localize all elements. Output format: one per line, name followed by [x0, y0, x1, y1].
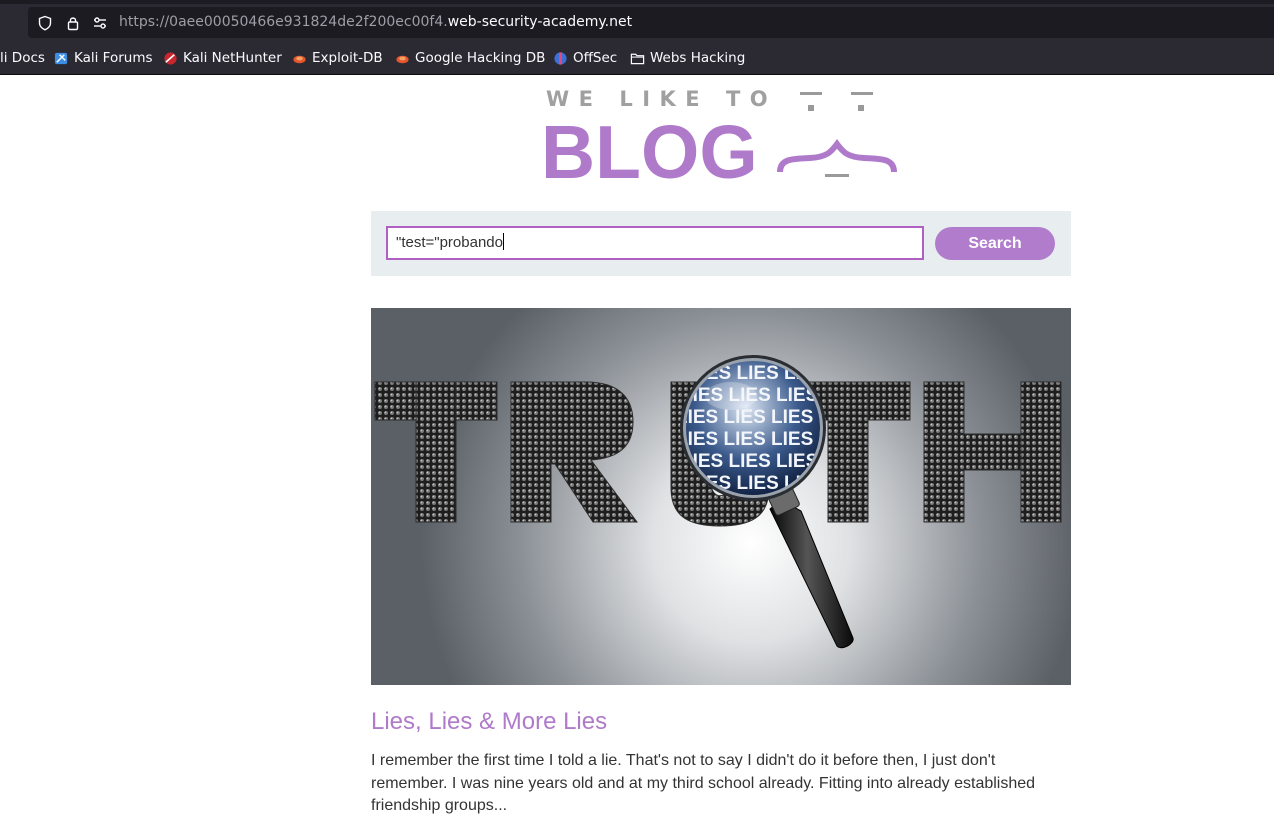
- lock-icon[interactable]: [65, 15, 81, 31]
- bookmark-kali-forums[interactable]: Kali Forums: [54, 49, 153, 67]
- bookmark-label: Webs Hacking: [650, 50, 746, 66]
- bookmarks-toolbar: li Docs Kali Forums Kali NetHunter Explo…: [0, 44, 1274, 72]
- post-image[interactable]: LIES LIES LIES LIES LIES LIES LIES LIES …: [371, 308, 1071, 685]
- bookmark-label: OffSec: [573, 50, 618, 66]
- browser-chrome: https://0aee00050466e931824de2f200ec00f4…: [0, 0, 1274, 75]
- search-input[interactable]: "test="probando: [386, 226, 924, 260]
- folder-icon: [630, 53, 645, 64]
- logo-title: BLOG: [541, 110, 758, 182]
- permissions-icon[interactable]: [92, 15, 108, 31]
- tab-strip: [0, 0, 1274, 4]
- offsec-icon: [554, 51, 567, 65]
- url-prefix: https://0aee00050466e931824de2f200ec00f4…: [119, 14, 448, 30]
- blog-logo[interactable]: WE LIKE TO BLOG: [540, 82, 900, 182]
- ghdb-icon: [396, 55, 409, 63]
- kali-forums-icon: [54, 52, 68, 64]
- post-excerpt: I remember the first time I told a lie. …: [371, 752, 1036, 814]
- exploit-db-icon: [293, 55, 306, 63]
- page-content: WE LIKE TO BLOG "test="probando Search L…: [0, 75, 1274, 825]
- bookmark-offsec[interactable]: OffSec: [553, 49, 617, 67]
- search-form: "test="probando Search: [371, 211, 1071, 276]
- search-button[interactable]: Search: [935, 227, 1055, 260]
- logo-face-icon: [777, 92, 897, 177]
- bookmark-exploit-db[interactable]: Exploit-DB: [292, 49, 383, 67]
- url-text[interactable]: https://0aee00050466e931824de2f200ec00f4…: [119, 14, 632, 30]
- bookmark-label: li Docs: [0, 50, 45, 66]
- kali-nethunter-icon: [164, 51, 177, 65]
- search-input-value: "test="probando: [396, 234, 503, 251]
- bookmark-label: Google Hacking DB: [415, 50, 546, 66]
- bookmark-label: Kali Forums: [74, 50, 153, 66]
- url-domain: web-security-academy.net: [447, 14, 633, 30]
- bookmark-google-hacking-db[interactable]: Google Hacking DB: [395, 49, 545, 67]
- address-bar[interactable]: https://0aee00050466e931824de2f200ec00f4…: [28, 7, 1274, 38]
- bookmark-kali-nethunter[interactable]: Kali NetHunter: [163, 49, 282, 67]
- bookmark-folder-webs-hacking[interactable]: Webs Hacking: [630, 49, 745, 67]
- text-caret: [502, 233, 504, 250]
- bookmark-label: Kali NetHunter: [183, 50, 282, 66]
- shield-icon[interactable]: [37, 15, 53, 31]
- bookmark-label: Exploit-DB: [312, 50, 383, 66]
- logo-tagline: WE LIKE TO: [546, 87, 777, 111]
- post-title-link[interactable]: Lies, Lies & More Lies: [371, 708, 607, 736]
- bookmark-kali-docs[interactable]: li Docs: [0, 49, 45, 67]
